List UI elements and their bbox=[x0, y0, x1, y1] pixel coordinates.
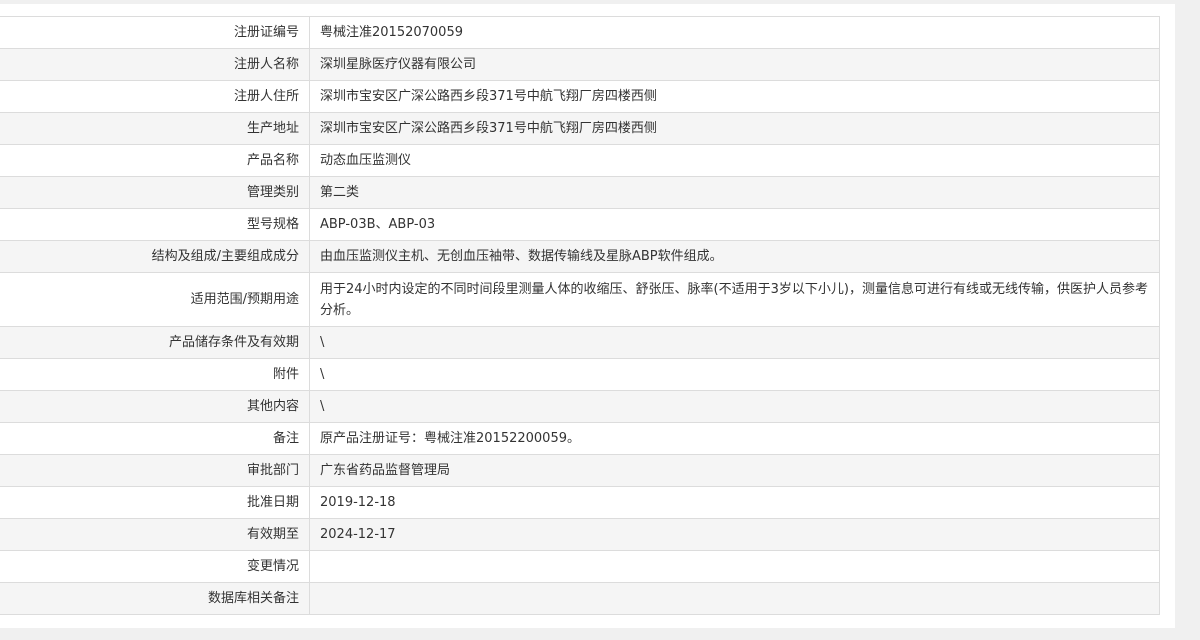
table-row: 产品名称 动态血压监测仪 bbox=[0, 144, 1160, 177]
row-value: 原产品注册证号：粤械注准20152200059。 bbox=[309, 422, 1160, 455]
row-value: 深圳市宝安区广深公路西乡段371号中航飞翔厂房四楼西侧 bbox=[309, 80, 1160, 113]
row-value: ABP-03B、ABP-03 bbox=[309, 208, 1160, 241]
row-value: 由血压监测仪主机、无创血压袖带、数据传输线及星脉ABP软件组成。 bbox=[309, 240, 1160, 273]
row-label: 批准日期 bbox=[0, 486, 310, 519]
table-row: 产品储存条件及有效期 \ bbox=[0, 326, 1160, 359]
row-value: 用于24小时内设定的不同时间段里测量人体的收缩压、舒张压、脉率(不适用于3岁以下… bbox=[309, 272, 1160, 327]
row-value: 动态血压监测仪 bbox=[309, 144, 1160, 177]
row-value: \ bbox=[309, 390, 1160, 423]
registration-detail-table: 注册证编号 粤械注准20152070059 注册人名称 深圳星脉医疗仪器有限公司… bbox=[0, 16, 1160, 615]
row-label: 备注 bbox=[0, 422, 310, 455]
table-row: 批准日期 2019-12-18 bbox=[0, 486, 1160, 519]
row-value: 深圳市宝安区广深公路西乡段371号中航飞翔厂房四楼西侧 bbox=[309, 112, 1160, 145]
row-label: 管理类别 bbox=[0, 176, 310, 209]
row-value bbox=[309, 550, 1160, 583]
row-value: \ bbox=[309, 326, 1160, 359]
table-row: 型号规格 ABP-03B、ABP-03 bbox=[0, 208, 1160, 241]
table-row: 生产地址 深圳市宝安区广深公路西乡段371号中航飞翔厂房四楼西侧 bbox=[0, 112, 1160, 145]
row-value: 2024-12-17 bbox=[309, 518, 1160, 551]
table-row: 注册人住所 深圳市宝安区广深公路西乡段371号中航飞翔厂房四楼西侧 bbox=[0, 80, 1160, 113]
table-row: 有效期至 2024-12-17 bbox=[0, 518, 1160, 551]
row-label: 附件 bbox=[0, 358, 310, 391]
row-label: 适用范围/预期用途 bbox=[0, 272, 310, 327]
row-value: 广东省药品监督管理局 bbox=[309, 454, 1160, 487]
row-label: 结构及组成/主要组成成分 bbox=[0, 240, 310, 273]
table-row: 注册人名称 深圳星脉医疗仪器有限公司 bbox=[0, 48, 1160, 81]
table-row: 附件 \ bbox=[0, 358, 1160, 391]
row-value: \ bbox=[309, 358, 1160, 391]
row-value bbox=[309, 582, 1160, 615]
row-value: 深圳星脉医疗仪器有限公司 bbox=[309, 48, 1160, 81]
row-label: 有效期至 bbox=[0, 518, 310, 551]
row-value: 粤械注准20152070059 bbox=[309, 16, 1160, 49]
row-label: 变更情况 bbox=[0, 550, 310, 583]
row-label: 注册证编号 bbox=[0, 16, 310, 49]
table-row: 其他内容 \ bbox=[0, 390, 1160, 423]
row-label: 型号规格 bbox=[0, 208, 310, 241]
table-row: 审批部门 广东省药品监督管理局 bbox=[0, 454, 1160, 487]
row-label: 生产地址 bbox=[0, 112, 310, 145]
table-row: 适用范围/预期用途 用于24小时内设定的不同时间段里测量人体的收缩压、舒张压、脉… bbox=[0, 272, 1160, 327]
row-label: 产品储存条件及有效期 bbox=[0, 326, 310, 359]
table-row: 数据库相关备注 bbox=[0, 582, 1160, 615]
row-label: 其他内容 bbox=[0, 390, 310, 423]
row-label: 数据库相关备注 bbox=[0, 582, 310, 615]
table-row: 管理类别 第二类 bbox=[0, 176, 1160, 209]
row-value: 第二类 bbox=[309, 176, 1160, 209]
table-row: 变更情况 bbox=[0, 550, 1160, 583]
row-label: 注册人名称 bbox=[0, 48, 310, 81]
row-value: 2019-12-18 bbox=[309, 486, 1160, 519]
row-label: 产品名称 bbox=[0, 144, 310, 177]
table-row: 备注 原产品注册证号：粤械注准20152200059。 bbox=[0, 422, 1160, 455]
table-row: 注册证编号 粤械注准20152070059 bbox=[0, 16, 1160, 49]
row-label: 审批部门 bbox=[0, 454, 310, 487]
table-row: 结构及组成/主要组成成分 由血压监测仪主机、无创血压袖带、数据传输线及星脉ABP… bbox=[0, 240, 1160, 273]
detail-panel: 注册证编号 粤械注准20152070059 注册人名称 深圳星脉医疗仪器有限公司… bbox=[0, 4, 1175, 628]
row-label: 注册人住所 bbox=[0, 80, 310, 113]
